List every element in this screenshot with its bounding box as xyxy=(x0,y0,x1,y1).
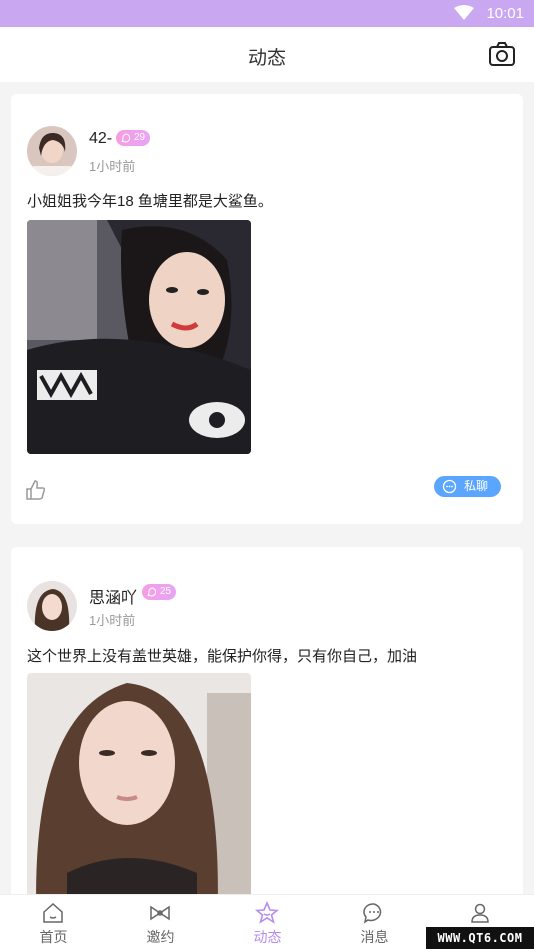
user-icon xyxy=(471,903,489,923)
post-photo[interactable] xyxy=(27,673,251,894)
avatar[interactable] xyxy=(27,581,77,631)
chat-button-label: 私聊 xyxy=(464,479,489,493)
level-badge: 25 xyxy=(142,584,177,600)
like-icon[interactable] xyxy=(25,479,47,501)
tab-label: 动态 xyxy=(253,929,282,945)
tab-home[interactable]: 首页 xyxy=(0,895,107,949)
tab-label: 消息 xyxy=(360,929,389,945)
post-content: 这个世界上没有盖世英雄，能保护你得，只有你自己，加油 xyxy=(27,648,418,665)
level-value: 25 xyxy=(160,586,172,597)
status-bar: 10:01 xyxy=(0,0,534,27)
watermark: WWW.QT6.COM xyxy=(426,927,534,949)
post-author-name[interactable]: 思涵吖 xyxy=(89,584,137,608)
status-time: 10:01 xyxy=(486,5,524,22)
level-icon xyxy=(121,133,131,143)
tab-moments[interactable]: 动态 xyxy=(214,895,321,949)
tab-invite[interactable]: 邀约 xyxy=(107,895,214,949)
star-icon xyxy=(255,901,279,924)
post-photo[interactable] xyxy=(27,220,251,454)
post-card: 思涵吖 25 1小时前 这个世界上没有盖世英雄，能保护你得，只有你自己，加油 xyxy=(11,547,523,894)
chat-icon xyxy=(442,479,457,494)
camera-icon[interactable] xyxy=(488,41,516,67)
level-value: 29 xyxy=(134,132,146,143)
tab-label: 首页 xyxy=(39,929,68,945)
top-nav: 动态 xyxy=(0,27,534,82)
post-time: 1小时前 xyxy=(89,613,136,628)
feed-list[interactable]: 42- 29 1小时前 小姐姐我今年18 鱼塘里都是大鲨鱼。 私聊 思涵吖 25… xyxy=(0,82,534,894)
post-author-name[interactable]: 42- xyxy=(89,130,112,148)
page-title: 动态 xyxy=(247,48,286,69)
tab-label: 邀约 xyxy=(146,929,175,945)
private-chat-button[interactable]: 私聊 xyxy=(434,476,501,497)
home-icon xyxy=(43,902,63,923)
post-card: 42- 29 1小时前 小姐姐我今年18 鱼塘里都是大鲨鱼。 私聊 xyxy=(11,94,523,524)
wifi-icon xyxy=(454,5,474,20)
tab-messages[interactable]: 消息 xyxy=(321,895,428,949)
level-badge: 29 xyxy=(116,130,151,146)
post-content: 小姐姐我今年18 鱼塘里都是大鲨鱼。 xyxy=(27,193,273,210)
avatar[interactable] xyxy=(27,126,77,176)
post-time: 1小时前 xyxy=(89,159,136,174)
level-icon xyxy=(147,587,157,597)
message-icon xyxy=(363,903,382,924)
bow-icon xyxy=(150,905,170,921)
